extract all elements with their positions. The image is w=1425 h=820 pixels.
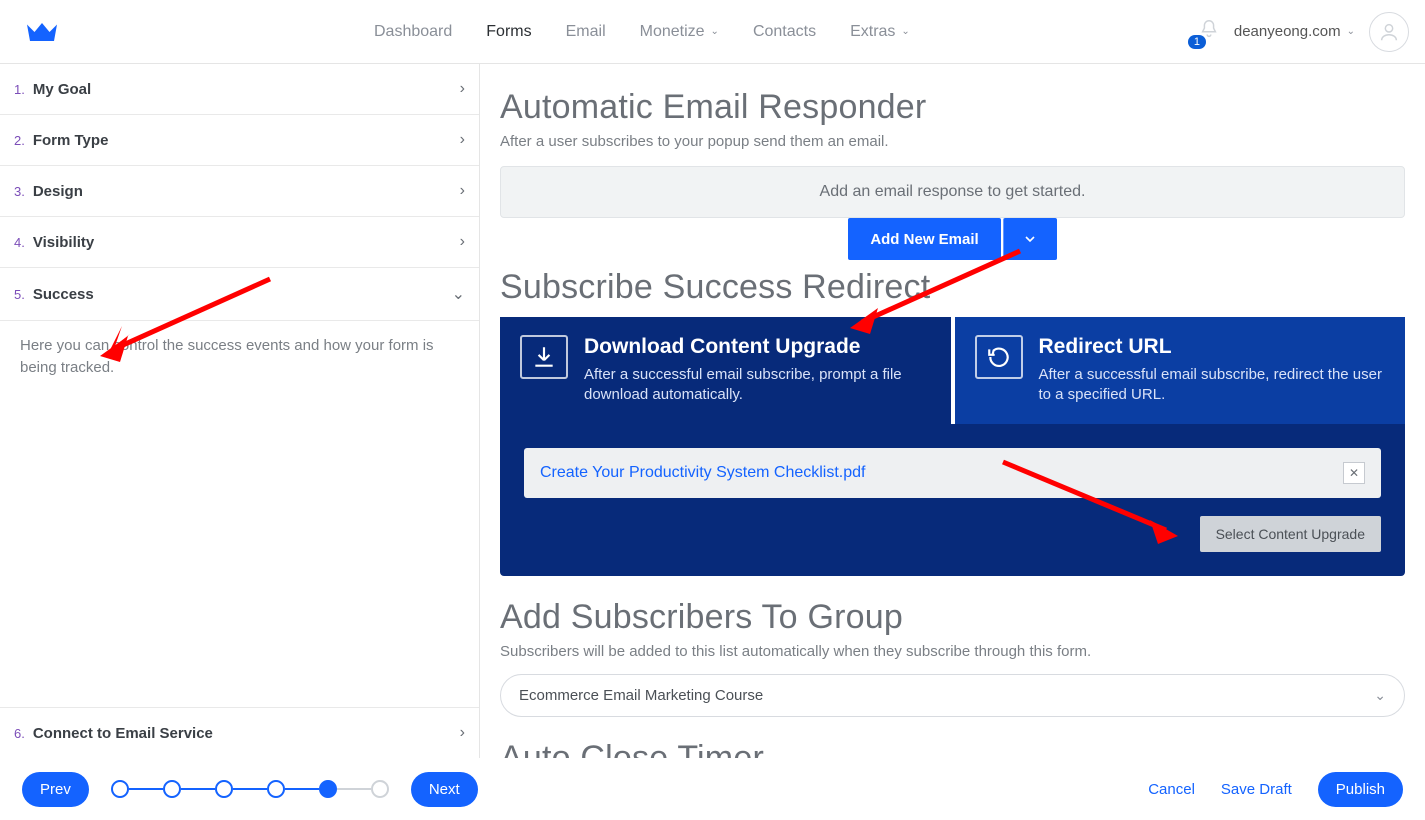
prev-button[interactable]: Prev bbox=[22, 772, 89, 807]
responder-empty-notice: Add an email response to get started. bbox=[500, 166, 1405, 218]
topbar: Dashboard Forms Email Monetize⌄ Contacts… bbox=[0, 0, 1425, 64]
sidebar-step-design[interactable]: 3. Design › bbox=[0, 166, 479, 217]
step-dot[interactable] bbox=[267, 780, 285, 798]
selected-file-box: Create Your Productivity System Checklis… bbox=[524, 448, 1381, 498]
sidebar-step-success[interactable]: 5. Success ⌄ bbox=[0, 268, 479, 321]
step-dot[interactable] bbox=[111, 780, 129, 798]
footer: Prev Next Cancel Save Draft Publish bbox=[0, 758, 1425, 820]
account-menu[interactable]: deanyeong.com ⌄ bbox=[1234, 23, 1355, 40]
notifications-button[interactable]: 1 bbox=[1198, 18, 1220, 45]
avatar[interactable] bbox=[1369, 12, 1409, 52]
logo-crown-icon[interactable] bbox=[24, 18, 64, 46]
cancel-link[interactable]: Cancel bbox=[1148, 781, 1195, 798]
add-new-email-button[interactable]: Add New Email bbox=[848, 218, 1000, 260]
chevron-down-icon bbox=[1022, 231, 1038, 247]
add-new-email-dropdown[interactable] bbox=[1003, 218, 1057, 260]
nav-dashboard[interactable]: Dashboard bbox=[374, 23, 452, 41]
nav-contacts[interactable]: Contacts bbox=[753, 23, 816, 41]
chevron-down-icon: ⌄ bbox=[1347, 26, 1355, 37]
chevron-down-icon: ⌄ bbox=[901, 26, 909, 37]
main-nav: Dashboard Forms Email Monetize⌄ Contacts… bbox=[374, 23, 910, 41]
sidebar: 1. My Goal › 2. Form Type › 3. Design › … bbox=[0, 64, 480, 758]
chevron-right-icon: › bbox=[460, 724, 465, 742]
chevron-down-icon: ⌄ bbox=[1374, 687, 1386, 704]
notification-badge: 1 bbox=[1188, 35, 1206, 49]
step-dot[interactable] bbox=[163, 780, 181, 798]
section-sub-responder: After a user subscribes to your popup se… bbox=[500, 133, 1405, 150]
select-content-upgrade-button[interactable]: Select Content Upgrade bbox=[1200, 516, 1381, 552]
step-description: Here you can control the success events … bbox=[0, 321, 479, 393]
next-button[interactable]: Next bbox=[411, 772, 478, 807]
card-redirect-url[interactable]: Redirect URL After a successful email su… bbox=[955, 317, 1406, 424]
progress-stepper bbox=[111, 780, 389, 798]
download-card-body: Create Your Productivity System Checklis… bbox=[500, 424, 1405, 576]
chevron-right-icon: › bbox=[460, 233, 465, 251]
main-content: Automatic Email Responder After a user s… bbox=[480, 64, 1425, 758]
sidebar-step-visibility[interactable]: 4. Visibility › bbox=[0, 217, 479, 268]
group-select[interactable]: Ecommerce Email Marketing Course ⌄ bbox=[500, 674, 1405, 717]
section-title-timer: Auto Close Timer bbox=[500, 739, 1405, 759]
nav-forms[interactable]: Forms bbox=[486, 23, 531, 41]
redirect-icon bbox=[975, 335, 1023, 379]
nav-email[interactable]: Email bbox=[566, 23, 606, 41]
user-icon bbox=[1378, 21, 1400, 43]
step-dot-current[interactable] bbox=[319, 780, 337, 798]
chevron-down-icon: ⌄ bbox=[452, 284, 465, 304]
chevron-right-icon: › bbox=[460, 80, 465, 98]
selected-file-name[interactable]: Create Your Productivity System Checklis… bbox=[540, 464, 865, 482]
sidebar-step-connect-email[interactable]: 6. Connect to Email Service › bbox=[0, 707, 479, 758]
download-icon bbox=[520, 335, 568, 379]
publish-button[interactable]: Publish bbox=[1318, 772, 1403, 807]
chevron-down-icon: ⌄ bbox=[711, 26, 719, 37]
step-dot[interactable] bbox=[215, 780, 233, 798]
remove-file-button[interactable]: ✕ bbox=[1343, 462, 1365, 484]
nav-extras[interactable]: Extras⌄ bbox=[850, 23, 910, 41]
section-sub-group: Subscribers will be added to this list a… bbox=[500, 643, 1405, 660]
section-title-responder: Automatic Email Responder bbox=[500, 88, 1405, 127]
section-title-redirect: Subscribe Success Redirect bbox=[500, 268, 1405, 307]
sidebar-step-goal[interactable]: 1. My Goal › bbox=[0, 64, 479, 115]
save-draft-link[interactable]: Save Draft bbox=[1221, 781, 1292, 798]
chevron-right-icon: › bbox=[460, 182, 465, 200]
step-dot[interactable] bbox=[371, 780, 389, 798]
chevron-right-icon: › bbox=[460, 131, 465, 149]
sidebar-step-form-type[interactable]: 2. Form Type › bbox=[0, 115, 479, 166]
section-title-group: Add Subscribers To Group bbox=[500, 598, 1405, 637]
nav-monetize[interactable]: Monetize⌄ bbox=[640, 23, 719, 41]
card-download-content-upgrade[interactable]: Download Content Upgrade After a success… bbox=[500, 317, 951, 424]
